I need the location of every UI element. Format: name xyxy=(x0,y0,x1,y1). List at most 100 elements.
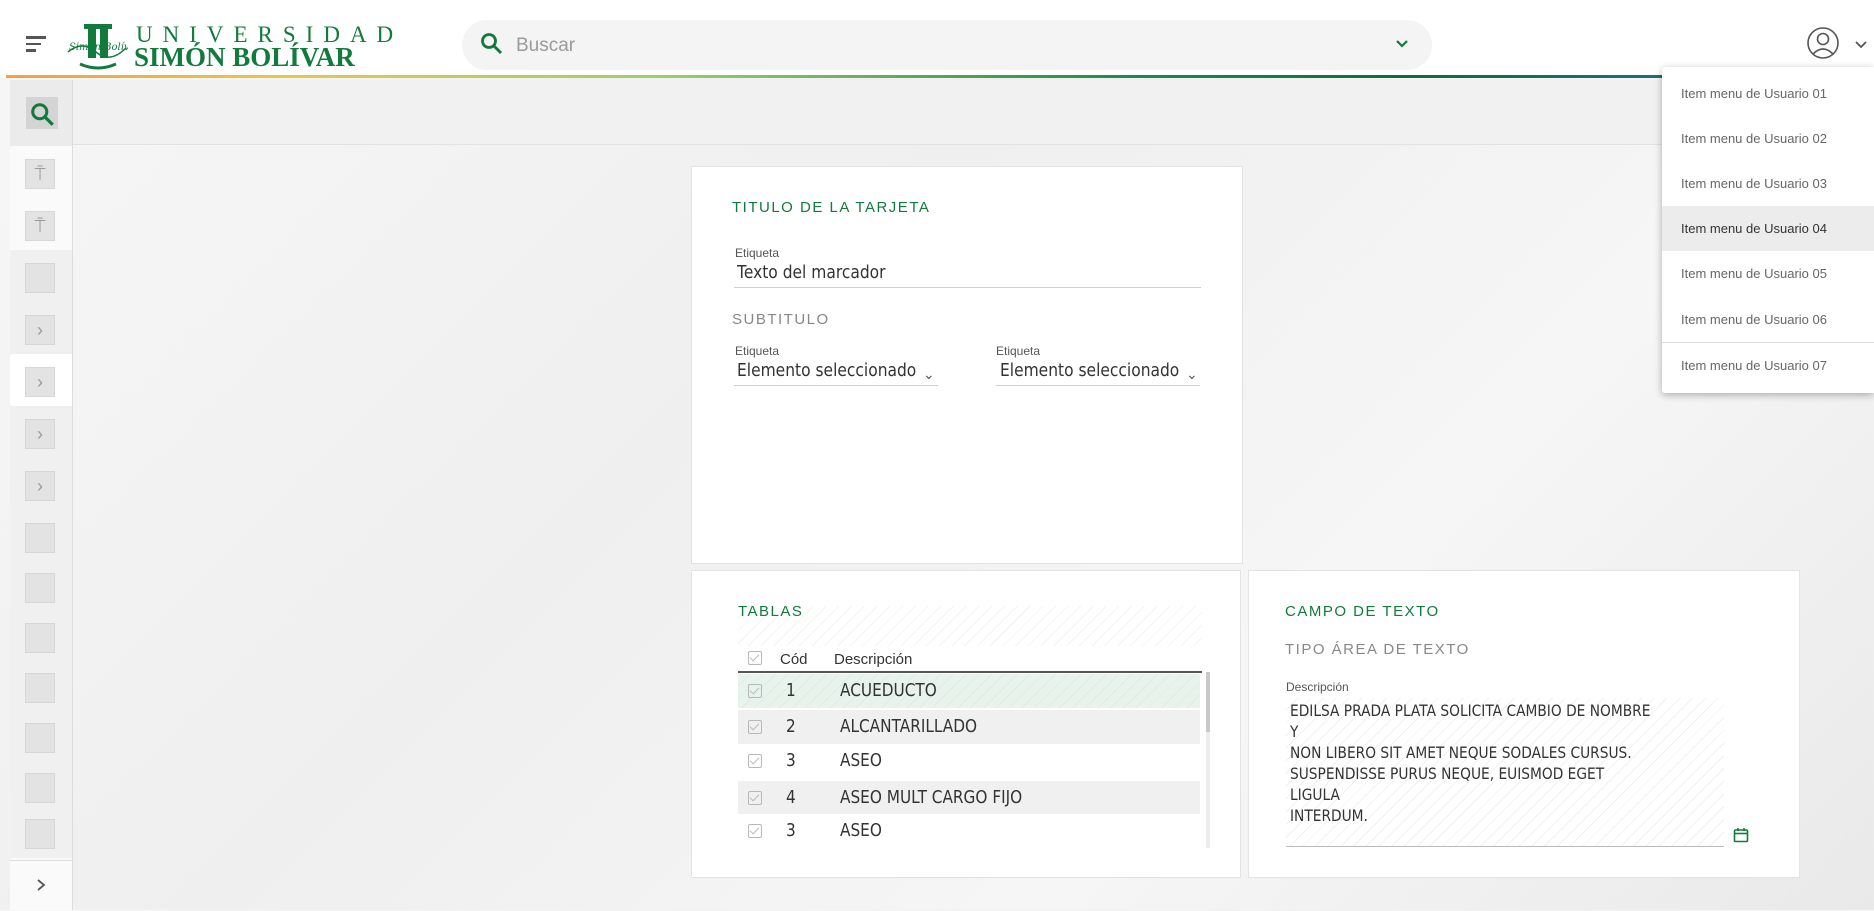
rail-item[interactable] xyxy=(10,760,72,812)
chevron-right-icon: › xyxy=(25,419,55,449)
textarea-value[interactable]: EDILSA PRADA PLATA SOLICITA CAMBIO DE NO… xyxy=(1290,700,1651,826)
menu-item-label: Item menu de Usuario 02 xyxy=(1681,131,1827,146)
grid-icon xyxy=(25,523,55,553)
user-menu-item-04[interactable]: Item menu de Usuario 04 xyxy=(1662,206,1874,251)
textarea-label: Descripción xyxy=(1286,680,1349,694)
search-icon xyxy=(481,33,503,55)
text-input[interactable]: Texto del marcador xyxy=(737,262,886,283)
rail-expand-1[interactable]: › xyxy=(10,302,72,354)
rail-item[interactable] xyxy=(10,806,72,858)
row-checkbox[interactable] xyxy=(748,720,762,734)
table-scroll-thumb[interactable] xyxy=(1206,672,1210,732)
card-subtitle: TIPO ÁREA DE TEXTO xyxy=(1285,641,1470,658)
rail-expand-3[interactable]: › xyxy=(10,406,72,458)
calendar-icon[interactable] xyxy=(1733,827,1749,843)
chevron-down-icon[interactable] xyxy=(1394,36,1410,52)
menu-item-label: Item menu de Usuario 04 xyxy=(1681,221,1827,236)
rail-item[interactable] xyxy=(10,610,72,662)
user-menu-item-02[interactable]: Item menu de Usuario 02 xyxy=(1662,116,1874,161)
table-row[interactable]: 1 ACUEDUCTO xyxy=(738,674,1200,708)
table-row[interactable]: 4 ASEO MULT CARGO FIJO xyxy=(738,781,1200,815)
cell-cod: 3 xyxy=(786,750,796,771)
logo-line-2: SIMÓN BOLÍVAR xyxy=(134,42,355,72)
cell-cod: 1 xyxy=(786,680,796,701)
grid-icon xyxy=(25,673,55,703)
user-menu-item-06[interactable]: Item menu de Usuario 06 xyxy=(1662,297,1874,342)
pin-icon: ⍑ xyxy=(25,211,55,241)
select-all-checkbox[interactable] xyxy=(748,651,762,665)
search-input[interactable] xyxy=(514,28,1378,64)
rail-search-button[interactable] xyxy=(10,80,72,146)
cell-cod: 2 xyxy=(786,716,796,737)
card-title: CAMPO DE TEXTO xyxy=(1285,603,1440,620)
rail-item[interactable] xyxy=(10,710,72,762)
user-menu-dropdown: Item menu de Usuario 01 Item menu de Usu… xyxy=(1662,67,1874,393)
rail-expand-2[interactable]: › xyxy=(10,354,72,406)
select-1[interactable]: Elemento seleccionado xyxy=(737,360,916,381)
card-title: TITULO DE LA TARJETA xyxy=(732,199,931,216)
select-label: Etiqueta xyxy=(735,344,780,358)
user-menu-chevron-icon[interactable] xyxy=(1854,38,1868,52)
column-header-descripcion[interactable]: Descripción xyxy=(834,651,912,668)
grid-icon xyxy=(25,623,55,653)
grid-icon xyxy=(25,773,55,803)
table-header-bg xyxy=(738,606,1202,646)
user-menu-item-07[interactable]: Item menu de Usuario 07 xyxy=(1662,342,1874,388)
rail-expand-4[interactable]: › xyxy=(10,458,72,510)
user-menu-item-03[interactable]: Item menu de Usuario 03 xyxy=(1662,161,1874,206)
row-checkbox[interactable] xyxy=(748,754,762,768)
hamburger-menu-icon[interactable] xyxy=(26,36,48,56)
table-header: Cód Descripción xyxy=(738,645,1202,673)
side-rail: ⍑ ⍑ › › › › xyxy=(10,80,73,910)
menu-item-label: Item menu de Usuario 05 xyxy=(1681,266,1827,281)
rail-item[interactable] xyxy=(10,560,72,612)
chevron-right-icon xyxy=(37,879,46,891)
rail-item[interactable] xyxy=(10,250,72,302)
pin-icon: ⍑ xyxy=(25,159,55,189)
university-logo[interactable]: Simón Bolívar UNIVERSIDAD SIMÓN BOLÍVAR xyxy=(66,20,393,72)
row-checkbox[interactable] xyxy=(748,824,762,838)
table-row[interactable]: 3 ASEO xyxy=(738,744,1200,778)
select-underline xyxy=(996,385,1200,386)
rail-item[interactable] xyxy=(10,660,72,712)
cell-desc: ACUEDUCTO xyxy=(840,680,937,701)
menu-item-label: Item menu de Usuario 01 xyxy=(1681,86,1827,101)
svg-text:Simón Bolívar: Simón Bolívar xyxy=(69,42,128,53)
header-accent-line xyxy=(6,75,1874,78)
select-label: Etiqueta xyxy=(996,344,1041,358)
select-2[interactable]: Elemento seleccionado xyxy=(1000,360,1179,381)
rail-item[interactable] xyxy=(10,510,72,562)
search-icon xyxy=(31,103,54,126)
search-bar[interactable] xyxy=(462,20,1432,70)
table-row[interactable]: 3 ASEO xyxy=(738,814,1200,848)
rail-pin-1[interactable]: ⍑ xyxy=(10,146,72,198)
logo-mark-icon: Simón Bolívar xyxy=(67,24,128,70)
chevron-down-icon[interactable]: ⌄ xyxy=(923,366,935,383)
sub-toolbar xyxy=(73,80,1874,145)
menu-item-label: Item menu de Usuario 06 xyxy=(1681,312,1827,327)
select-underline xyxy=(734,385,938,386)
column-header-cod[interactable]: Cód xyxy=(780,651,808,668)
user-avatar-icon[interactable] xyxy=(1806,26,1840,60)
row-checkbox[interactable] xyxy=(748,684,762,698)
grid-icon xyxy=(25,723,55,753)
table-row[interactable]: 2 ALCANTARILLADO xyxy=(738,710,1200,744)
cell-desc: ASEO MULT CARGO FIJO xyxy=(840,787,1023,808)
field-underline xyxy=(734,287,1201,288)
chevron-right-icon: › xyxy=(25,315,55,345)
chevron-down-icon[interactable]: ⌄ xyxy=(1186,366,1198,383)
grid-icon xyxy=(25,573,55,603)
grid-icon xyxy=(25,819,55,849)
cell-desc: ALCANTARILLADO xyxy=(840,716,978,737)
rail-pin-2[interactable]: ⍑ xyxy=(10,198,72,250)
chevron-right-icon: › xyxy=(25,471,55,501)
user-menu-item-01[interactable]: Item menu de Usuario 01 xyxy=(1662,71,1874,116)
user-menu-item-05[interactable]: Item menu de Usuario 05 xyxy=(1662,251,1874,296)
rail-expand-button[interactable] xyxy=(10,860,72,911)
grid-icon xyxy=(25,263,55,293)
field-label: Etiqueta xyxy=(735,246,780,260)
row-checkbox[interactable] xyxy=(748,791,762,805)
cell-cod: 3 xyxy=(786,820,796,841)
card-subtitle: SUBTITULO xyxy=(732,311,830,328)
cell-desc: ASEO xyxy=(840,750,882,771)
